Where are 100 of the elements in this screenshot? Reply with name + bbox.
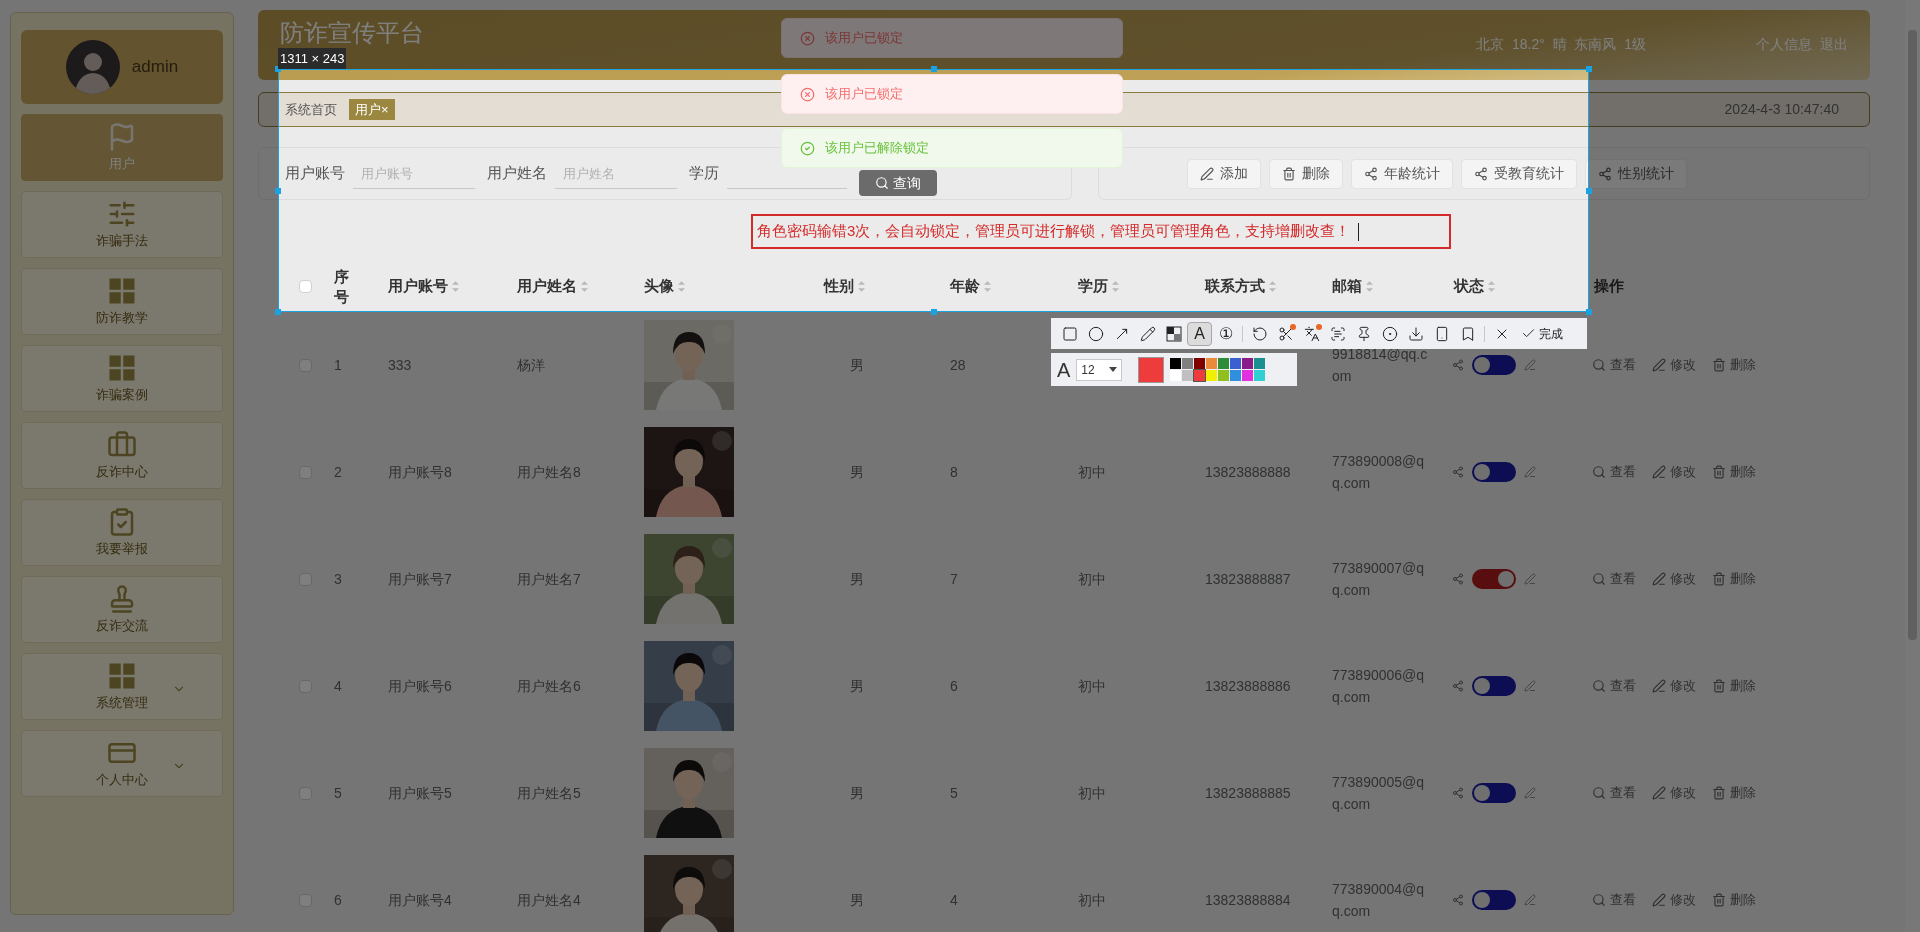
color-swatch[interactable] (1230, 358, 1242, 369)
query-button[interactable]: 查询 (859, 170, 937, 196)
sidebar-item[interactable]: 诈骗手法 (21, 191, 223, 258)
pen-icon[interactable] (1524, 573, 1536, 585)
sidebar-item[interactable]: 我要举报 (21, 499, 223, 566)
share-icon[interactable] (1452, 787, 1464, 799)
toolbar-button[interactable]: 受教育统计 (1461, 158, 1577, 189)
pen-icon[interactable] (1524, 466, 1536, 478)
row-action-link[interactable]: 查看 (1592, 783, 1636, 803)
color-swatch[interactable] (1206, 370, 1218, 381)
capture-selection[interactable] (278, 69, 1589, 312)
share-icon[interactable] (1452, 680, 1464, 692)
row-action-link[interactable]: 修改 (1652, 676, 1696, 696)
share-icon[interactable] (1452, 466, 1464, 478)
current-color[interactable] (1138, 356, 1165, 383)
page-tab[interactable]: 用户× (349, 98, 395, 121)
status-toggle[interactable] (1472, 462, 1516, 482)
share-icon[interactable] (1452, 573, 1464, 585)
color-swatch[interactable] (1254, 358, 1266, 369)
sidebar-item[interactable]: 反诈中心 (21, 422, 223, 489)
color-swatch[interactable] (1194, 358, 1206, 369)
share-icon[interactable] (1452, 894, 1464, 906)
status-toggle[interactable] (1472, 676, 1516, 696)
status-toggle[interactable] (1472, 890, 1516, 910)
search-icon (1592, 679, 1606, 693)
pen-icon[interactable] (1524, 359, 1536, 371)
color-swatch[interactable] (1170, 358, 1182, 369)
toolbar-button[interactable]: 年龄统计 (1351, 158, 1453, 189)
search-field[interactable]: 用户账号 (353, 158, 475, 189)
row-action-link[interactable]: 删除 (1712, 783, 1756, 803)
sidebar-item[interactable]: 反诈交流 (21, 576, 223, 643)
color-swatch[interactable] (1242, 370, 1254, 381)
toast-message: 该用户已锁定 (825, 85, 903, 104)
resize-handle[interactable] (1586, 309, 1592, 315)
checkbox[interactable] (298, 280, 312, 293)
status-toggle[interactable] (1472, 783, 1516, 803)
font-size-select[interactable]: 12 (1076, 358, 1123, 381)
trash-icon (1712, 358, 1726, 372)
sort-icon[interactable] (984, 281, 991, 292)
sidebar-item[interactable]: 系统管理 (21, 653, 223, 720)
sidebar-item[interactable]: 防诈教学 (21, 268, 223, 335)
pen-icon[interactable] (1524, 680, 1536, 692)
resize-handle[interactable] (930, 66, 937, 72)
row-action-link[interactable]: 删除 (1712, 890, 1756, 910)
toolbar-button[interactable]: 性别统计 (1585, 158, 1687, 189)
color-swatch[interactable] (1182, 358, 1194, 369)
toolbar-button[interactable]: 删除 (1269, 158, 1343, 189)
color-swatch[interactable] (1230, 370, 1242, 381)
pen-icon[interactable] (1524, 787, 1536, 799)
row-action-link[interactable]: 查看 (1592, 676, 1636, 696)
sort-icon[interactable] (858, 281, 865, 292)
row-action-link[interactable]: 删除 (1712, 462, 1756, 482)
sidebar-item[interactable]: 用户 (21, 114, 223, 181)
color-swatch[interactable] (1218, 370, 1230, 381)
search-icon (875, 176, 889, 190)
breadcrumb-link[interactable]: 系统首页 (285, 99, 337, 120)
color-swatch[interactable] (1206, 358, 1218, 369)
tool-button[interactable]: ① (1213, 321, 1238, 346)
sort-icon[interactable] (452, 281, 459, 292)
row-action-link[interactable]: 修改 (1652, 355, 1696, 375)
row-action-link[interactable]: 查看 (1592, 890, 1636, 910)
color-swatch[interactable] (1182, 370, 1194, 381)
row-action-link[interactable]: 删除 (1712, 676, 1756, 696)
row-action-link[interactable]: 查看 (1592, 355, 1636, 375)
resize-handle[interactable] (930, 309, 937, 315)
status-toggle[interactable] (1472, 569, 1516, 589)
resize-handle[interactable] (1586, 187, 1592, 194)
row-action-link[interactable]: 修改 (1652, 569, 1696, 589)
tool-button[interactable]: A (1187, 321, 1212, 346)
row-action-link[interactable]: 查看 (1592, 569, 1636, 589)
sort-icon[interactable] (1112, 281, 1119, 292)
sidebar-item[interactable]: 个人中心 (21, 730, 223, 797)
color-swatch[interactable] (1254, 370, 1266, 381)
sort-icon[interactable] (1366, 281, 1373, 292)
row-action-link[interactable]: 删除 (1712, 569, 1756, 589)
row-action-link[interactable]: 删除 (1712, 355, 1756, 375)
toolbar-button[interactable]: 添加 (1187, 158, 1261, 189)
resize-handle[interactable] (275, 309, 281, 315)
row-action-link[interactable]: 修改 (1652, 890, 1696, 910)
share-icon[interactable] (1452, 359, 1464, 371)
color-swatch[interactable] (1170, 370, 1182, 381)
status-toggle[interactable] (1472, 355, 1516, 375)
resize-handle[interactable] (275, 187, 281, 194)
sort-icon[interactable] (1269, 281, 1276, 292)
color-swatch[interactable] (1218, 358, 1230, 369)
sidebar-item[interactable]: 诈骗案例 (21, 345, 223, 412)
table-cell: 用户账号7 (388, 570, 452, 587)
resize-handle[interactable] (1586, 66, 1592, 72)
sort-icon[interactable] (581, 281, 588, 292)
done-button[interactable]: 完成 (1517, 321, 1567, 346)
sort-icon[interactable] (678, 281, 685, 292)
row-action-link[interactable]: 修改 (1652, 462, 1696, 482)
row-action-link[interactable]: 修改 (1652, 783, 1696, 803)
table-cell: 用户姓名5 (517, 784, 581, 801)
color-swatch[interactable] (1242, 358, 1254, 369)
row-action-link[interactable]: 查看 (1592, 462, 1636, 482)
sort-icon[interactable] (1488, 281, 1495, 292)
annotation-box[interactable]: 角色密码输错3次，会自动锁定，管理员可进行解锁，管理员可管理角色，支持增删改查！ (751, 214, 1451, 249)
pen-icon[interactable] (1524, 894, 1536, 906)
color-swatch[interactable] (1194, 370, 1206, 381)
